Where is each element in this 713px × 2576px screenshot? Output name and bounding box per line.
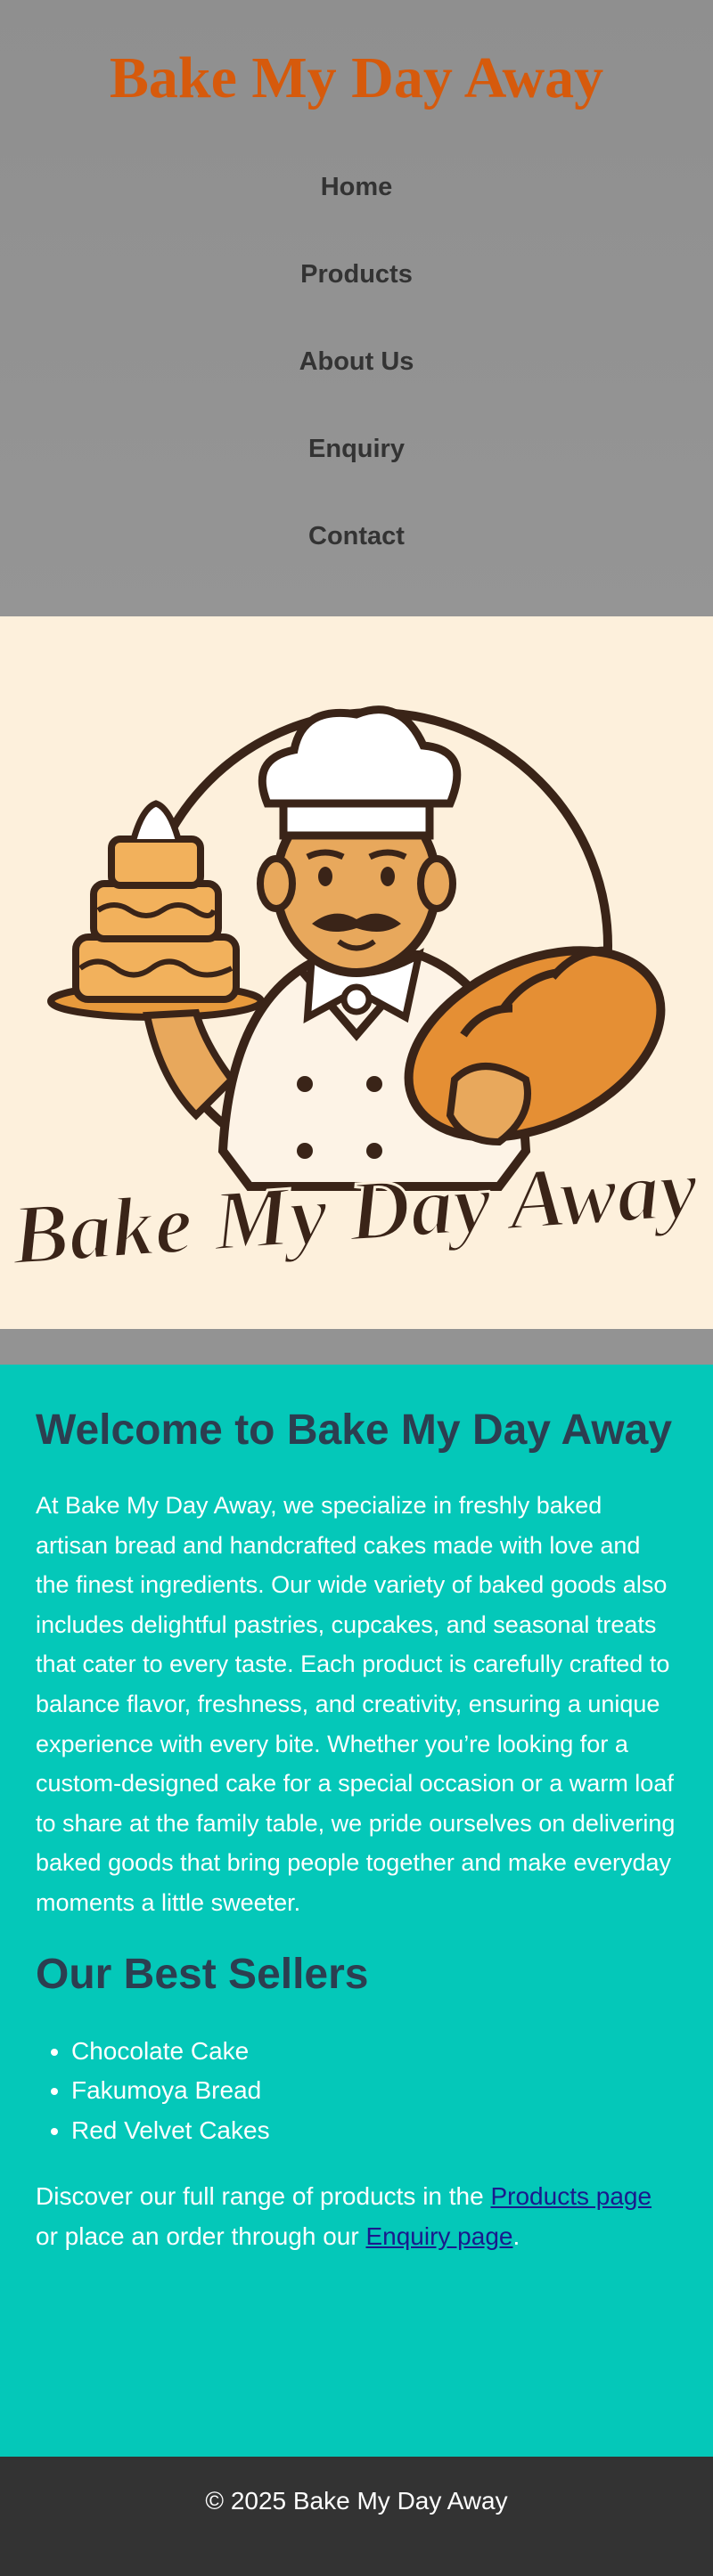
discover-suffix-text: . <box>512 2221 520 2250</box>
hero-divider <box>0 1329 713 1365</box>
products-page-link[interactable]: Products page <box>490 2182 652 2210</box>
best-sellers-heading: Our Best Sellers <box>36 1950 369 1998</box>
welcome-heading: Welcome to Bake My Day Away <box>36 1406 673 1454</box>
site-footer: © 2025 Bake My Day Away <box>0 2457 713 2576</box>
site-title: Bake My Day Away <box>109 45 604 110</box>
nav-home-link[interactable]: Home <box>0 150 713 237</box>
list-item: Chocolate Cake <box>71 2032 677 2072</box>
intro-paragraph: At Bake My Day Away, we specialize in fr… <box>36 1492 676 1916</box>
site-header: Bake My Day Away Home Products About Us … <box>0 0 713 616</box>
nav-enquiry-link[interactable]: Enquiry <box>0 412 713 499</box>
main-nav: Home Products About Us Enquiry Contact <box>0 150 713 586</box>
list-item: Red Velvet Cakes <box>71 2111 677 2151</box>
list-item: Fakumoya Bread <box>71 2071 677 2111</box>
main-content: Welcome to Bake My Day Away At Bake My D… <box>0 1365 713 2457</box>
discover-prefix-text: Discover our full range of products in t… <box>36 2182 491 2211</box>
best-sellers-list: Chocolate Cake Fakumoya Bread Red Velvet… <box>36 2032 677 2151</box>
discover-middle-text: or place an order through our <box>36 2221 366 2250</box>
nav-contact-link[interactable]: Contact <box>0 499 713 586</box>
footer-copyright: © 2025 Bake My Day Away <box>205 2487 508 2515</box>
chef-baker-logo-icon: Bake My Day Away <box>0 616 713 1329</box>
hero-banner: Bake My Day Away <box>0 616 713 1329</box>
nav-about-link[interactable]: About Us <box>0 324 713 412</box>
nav-products-link[interactable]: Products <box>0 237 713 324</box>
discover-paragraph: Discover our full range of products in t… <box>36 2177 677 2256</box>
enquiry-page-link[interactable]: Enquiry page <box>365 2222 512 2250</box>
